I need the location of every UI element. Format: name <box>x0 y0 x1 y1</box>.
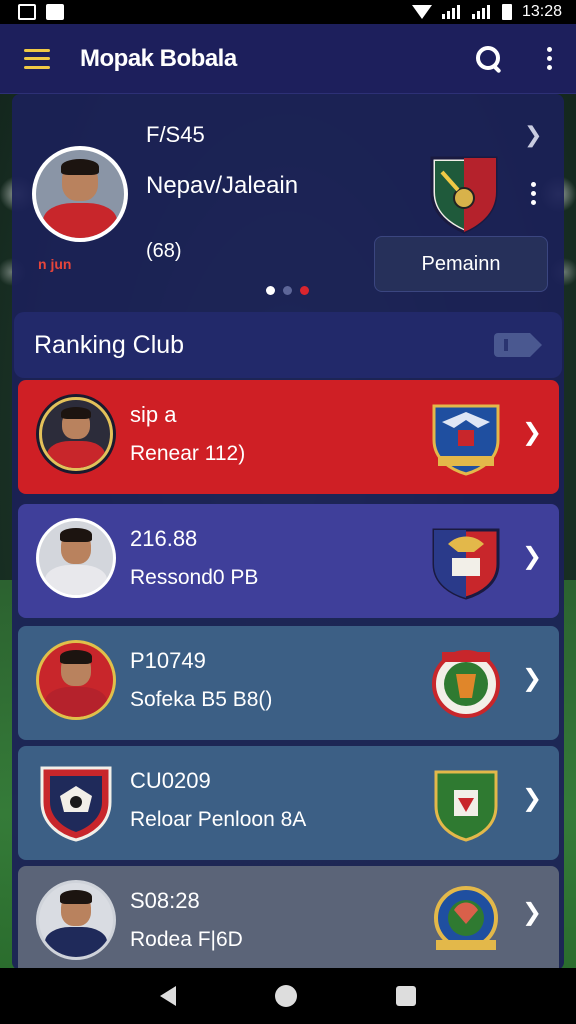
list-item[interactable]: 216.88 Ressond0 PB ❯ <box>18 504 559 618</box>
row-title: S08:28 <box>130 888 200 913</box>
club-crest-icon <box>432 404 500 476</box>
battery-icon <box>501 4 512 20</box>
club-crest-icon <box>40 766 112 842</box>
menu-icon[interactable] <box>24 48 50 69</box>
app-title: Mopak Bobala <box>80 44 237 72</box>
list-item[interactable]: CU0209 Reloar Penloon 8A ❯ <box>18 746 559 860</box>
row-subtitle: Rodea F|6D <box>130 928 243 951</box>
list-item[interactable]: P10749 Sofeka B5 B8() ❯ <box>18 626 559 740</box>
page-dot[interactable] <box>283 286 292 295</box>
tag-icon[interactable] <box>494 333 542 357</box>
row-title: P10749 <box>130 648 206 673</box>
club-crest-icon <box>432 650 500 718</box>
chevron-right-icon[interactable]: ❯ <box>522 664 542 693</box>
chevron-right-icon[interactable]: ❯ <box>522 542 542 571</box>
club-crest-icon <box>430 156 498 234</box>
recent-apps-icon[interactable] <box>396 986 417 1006</box>
search-icon[interactable] <box>474 44 504 74</box>
featured-action-button[interactable]: Pemainn <box>374 236 548 292</box>
chevron-right-icon[interactable]: ❯ <box>522 418 542 447</box>
home-icon[interactable] <box>274 985 297 1007</box>
featured-sub-label: n jun <box>38 256 72 272</box>
system-nav-bar <box>0 968 576 1024</box>
avatar <box>36 880 116 960</box>
club-crest-icon <box>434 770 498 842</box>
app-notification-icon <box>46 4 64 20</box>
status-time: 13:28 <box>521 3 562 20</box>
chevron-right-icon[interactable]: ❯ <box>524 122 542 148</box>
ranking-title: Ranking Club <box>34 330 185 359</box>
row-subtitle: Reloar Penloon 8A <box>130 808 307 831</box>
avatar <box>32 146 128 242</box>
list-item[interactable]: S08:28 Rodea F|6D ❯ <box>18 866 559 968</box>
page-indicator <box>266 286 309 295</box>
avatar <box>36 518 116 598</box>
page-dot[interactable] <box>266 286 275 295</box>
avatar <box>36 394 116 474</box>
row-title: CU0209 <box>130 768 211 793</box>
chevron-right-icon[interactable]: ❯ <box>522 898 542 927</box>
row-title: sip a <box>130 402 177 427</box>
featured-name: Nepav/Jaleain <box>146 172 299 199</box>
club-crest-icon <box>434 886 498 950</box>
featured-count: (68) <box>146 240 182 262</box>
app-bar: Mopak Bobala <box>0 24 576 94</box>
ranking-header: Ranking Club <box>14 312 562 378</box>
row-subtitle: Ressond0 PB <box>130 566 259 589</box>
list-item[interactable]: sip a Renear 112) ❯ <box>18 380 559 494</box>
row-subtitle: Renear 112) <box>130 442 246 465</box>
notification-icon <box>18 4 36 20</box>
club-crest-icon <box>432 528 500 600</box>
signal-icon <box>441 5 462 19</box>
chevron-right-icon[interactable]: ❯ <box>522 784 542 813</box>
more-vert-icon[interactable] <box>546 47 552 70</box>
row-subtitle: Sofeka B5 B8() <box>130 688 273 711</box>
wifi-icon <box>411 5 432 19</box>
back-icon[interactable] <box>159 986 176 1006</box>
more-vert-icon[interactable] <box>530 182 536 205</box>
featured-player-card[interactable]: n jun F/S45 Nepav/Jaleain (68) ❯ Pemainn <box>12 94 564 306</box>
avatar <box>36 640 116 720</box>
signal-icon-2 <box>471 5 492 19</box>
row-title: 216.88 <box>130 526 198 551</box>
status-bar: 13:28 <box>0 0 576 24</box>
featured-code: F/S45 <box>146 122 205 147</box>
page-dot[interactable] <box>300 286 309 295</box>
